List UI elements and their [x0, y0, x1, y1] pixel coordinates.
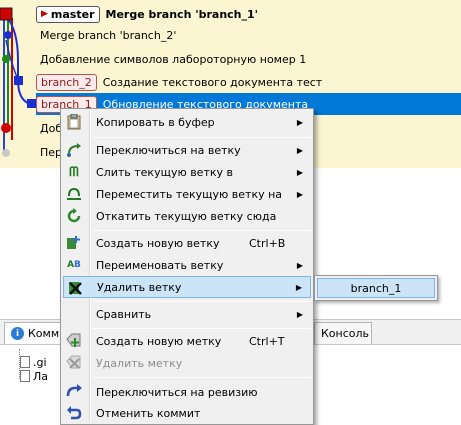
submenu-arrow-icon: ▶ [295, 282, 302, 292]
new-tag-icon [66, 333, 82, 349]
menu-separator [93, 328, 311, 329]
rebase-icon [66, 186, 82, 202]
commit-graph [0, 7, 36, 157]
menu-item-create-branch[interactable]: Создать новую ветку Ctrl+B [63, 232, 311, 254]
commit-row-4[interactable]: branch_2 Создание текстового документа т… [36, 71, 461, 93]
branch-ref-master: ▶ master [36, 5, 100, 23]
menu-item-delete-tag[interactable]: Удалить метку [63, 352, 311, 374]
menu-separator [93, 301, 311, 302]
reset-icon [66, 208, 82, 224]
commit-message: Создание текстового документа тест [102, 75, 323, 89]
menu-item-checkout-revision[interactable]: Переключиться на ревизию [63, 381, 311, 403]
menu-item-reset-here[interactable]: Откатить текущую ветку сюда [63, 205, 311, 227]
delete-branch-submenu: branch_1 [314, 275, 438, 301]
commit-message: Merge branch 'branch_1' [105, 7, 259, 21]
file-item[interactable]: .gi [20, 355, 47, 369]
menu-item-rename-branch[interactable]: AB Переименовать ветку ▶ [63, 254, 311, 276]
switch-branch-icon [66, 142, 82, 158]
menu-item-switch-branch[interactable]: Переключиться на ветку ▶ [63, 139, 311, 161]
rename-branch-icon: AB [67, 260, 81, 270]
delete-tag-icon [66, 355, 82, 371]
submenu-arrow-icon: ▶ [296, 260, 303, 270]
commit-message: Merge branch 'branch_2' [40, 28, 177, 42]
branch-ref-branch-2: branch_2 [36, 73, 97, 91]
menu-separator [93, 377, 311, 378]
file-icon [20, 370, 30, 382]
commit-message: Добавление символов лабороторную номер 1 [40, 52, 307, 66]
submenu-arrow-icon: ▶ [296, 167, 303, 177]
menu-item-rebase-onto[interactable]: Переместить текущую ветку на ▶ [63, 183, 311, 205]
tab-console[interactable]: Консоль [314, 322, 372, 344]
commit-row-1[interactable]: ▶ master Merge branch 'branch_1' [36, 3, 461, 25]
merge-icon: ᗰ [69, 164, 79, 180]
menu-item-delete-branch[interactable]: Удалить ветку ▶ [63, 276, 311, 298]
file-item[interactable]: Ла [20, 369, 48, 383]
submenu-item-branch-1[interactable]: branch_1 [317, 278, 435, 298]
commit-row-3[interactable]: Добавление символов лабороторную номер 1 [36, 48, 461, 70]
submenu-arrow-icon: ▶ [296, 309, 303, 319]
menu-item-merge-into[interactable]: ᗰ Слить текущую ветку в ▶ [63, 161, 311, 183]
checkout-revision-icon [66, 384, 82, 400]
menu-item-compare[interactable]: Сравнить ▶ [63, 303, 311, 325]
new-branch-icon [66, 235, 82, 251]
commit-row-2[interactable]: Merge branch 'branch_2' [36, 24, 461, 46]
info-icon: i [11, 327, 24, 340]
context-menu: Копировать в буфер ▶ Переключиться на ве… [60, 108, 314, 425]
menu-separator [93, 137, 311, 138]
submenu-arrow-icon: ▶ [296, 117, 303, 127]
current-branch-icon: ▶ [41, 9, 48, 19]
menu-separator [93, 230, 311, 231]
menu-item-create-tag[interactable]: Создать новую метку Ctrl+T [63, 330, 311, 352]
file-icon [20, 356, 30, 368]
menu-item-copy-to-clipboard[interactable]: Копировать в буфер ▶ [63, 111, 311, 133]
clipboard-icon [66, 114, 82, 130]
submenu-arrow-icon: ▶ [296, 189, 303, 199]
submenu-arrow-icon: ▶ [296, 145, 303, 155]
revert-commit-icon [66, 405, 82, 421]
delete-branch-icon [67, 280, 83, 296]
menu-item-revert-commit[interactable]: Отменить коммит [63, 402, 311, 424]
